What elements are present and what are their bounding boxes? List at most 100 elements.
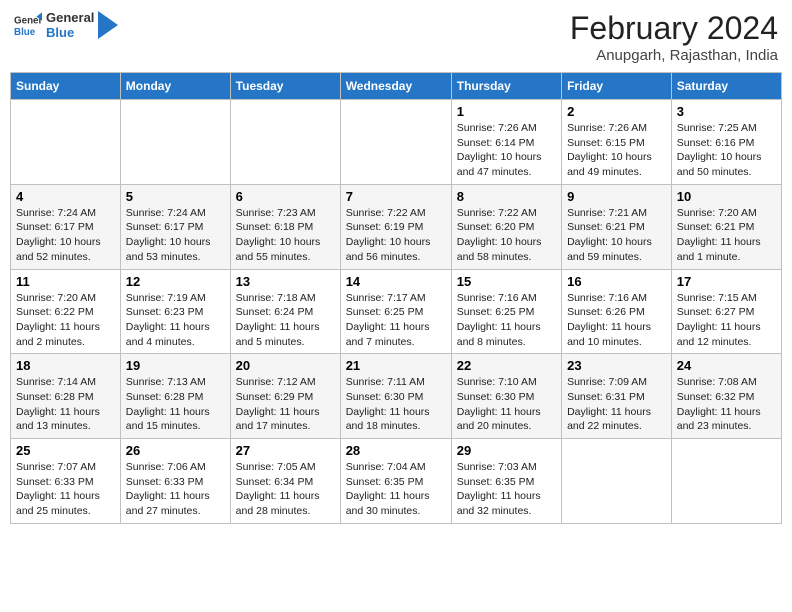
day-info: Sunrise: 7:24 AMSunset: 6:17 PMDaylight:… <box>126 206 225 265</box>
day-number: 5 <box>126 189 225 204</box>
day-info: Sunrise: 7:10 AMSunset: 6:30 PMDaylight:… <box>457 375 556 434</box>
day-number: 12 <box>126 274 225 289</box>
day-info: Sunrise: 7:17 AMSunset: 6:25 PMDaylight:… <box>346 291 446 350</box>
day-cell: 28 Sunrise: 7:04 AMSunset: 6:35 PMDayligh… <box>340 439 451 524</box>
day-number: 15 <box>457 274 556 289</box>
day-info: Sunrise: 7:22 AMSunset: 6:19 PMDaylight:… <box>346 206 446 265</box>
day-info: Sunrise: 7:21 AMSunset: 6:21 PMDaylight:… <box>567 206 666 265</box>
day-number: 7 <box>346 189 446 204</box>
day-info: Sunrise: 7:03 AMSunset: 6:35 PMDaylight:… <box>457 460 556 519</box>
day-info: Sunrise: 7:25 AMSunset: 6:16 PMDaylight:… <box>677 121 776 180</box>
day-cell: 23 Sunrise: 7:09 AMSunset: 6:31 PMDayligh… <box>562 354 672 439</box>
day-number: 17 <box>677 274 776 289</box>
day-cell <box>120 100 230 185</box>
day-cell: 19Sunrise: 7:13 AMSunset: 6:28 PMDayligh… <box>120 354 230 439</box>
day-info: Sunrise: 7:18 AMSunset: 6:24 PMDaylight:… <box>236 291 335 350</box>
weekday-header-wednesday: Wednesday <box>340 73 451 100</box>
day-cell: 26 Sunrise: 7:06 AMSunset: 6:33 PMDayligh… <box>120 439 230 524</box>
day-info: Sunrise: 7:15 AMSunset: 6:27 PMDaylight:… <box>677 291 776 350</box>
weekday-header-saturday: Saturday <box>671 73 781 100</box>
day-info: Sunrise: 7:24 AMSunset: 6:17 PMDaylight:… <box>16 206 115 265</box>
week-row-1: 1 Sunrise: 7:26 AMSunset: 6:14 PMDaylight… <box>11 100 782 185</box>
day-cell: 16 Sunrise: 7:16 AMSunset: 6:26 PMDayligh… <box>562 269 672 354</box>
week-row-2: 4 Sunrise: 7:24 AMSunset: 6:17 PMDaylight… <box>11 184 782 269</box>
day-cell: 29 Sunrise: 7:03 AMSunset: 6:35 PMDayligh… <box>451 439 561 524</box>
day-cell: 22 Sunrise: 7:10 AMSunset: 6:30 PMDayligh… <box>451 354 561 439</box>
day-info: Sunrise: 7:26 AMSunset: 6:14 PMDaylight:… <box>457 121 556 180</box>
day-cell: 2Sunrise: 7:26 AMSunset: 6:15 PMDaylight… <box>562 100 672 185</box>
day-number: 14 <box>346 274 446 289</box>
weekday-header-tuesday: Tuesday <box>230 73 340 100</box>
day-number: 18 <box>16 358 115 373</box>
weekday-header-sunday: Sunday <box>11 73 121 100</box>
day-number: 11 <box>16 274 115 289</box>
day-number: 22 <box>457 358 556 373</box>
day-number: 25 <box>16 443 115 458</box>
day-info: Sunrise: 7:09 AMSunset: 6:31 PMDaylight:… <box>567 375 666 434</box>
logo-arrow-icon <box>98 11 118 39</box>
day-info: Sunrise: 7:16 AMSunset: 6:26 PMDaylight:… <box>567 291 666 350</box>
day-info: Sunrise: 7:11 AMSunset: 6:30 PMDaylight:… <box>346 375 446 434</box>
day-number: 26 <box>126 443 225 458</box>
day-info: Sunrise: 7:20 AMSunset: 6:22 PMDaylight:… <box>16 291 115 350</box>
day-info: Sunrise: 7:26 AMSunset: 6:15 PMDaylight:… <box>567 121 666 180</box>
day-cell: 20 Sunrise: 7:12 AMSunset: 6:29 PMDayligh… <box>230 354 340 439</box>
day-info: Sunrise: 7:23 AMSunset: 6:18 PMDaylight:… <box>236 206 335 265</box>
day-number: 27 <box>236 443 335 458</box>
day-number: 4 <box>16 189 115 204</box>
day-cell: 14 Sunrise: 7:17 AMSunset: 6:25 PMDayligh… <box>340 269 451 354</box>
day-cell: 12 Sunrise: 7:19 AMSunset: 6:23 PMDayligh… <box>120 269 230 354</box>
day-number: 8 <box>457 189 556 204</box>
day-info: Sunrise: 7:05 AMSunset: 6:34 PMDaylight:… <box>236 460 335 519</box>
calendar-table: SundayMondayTuesdayWednesdayThursdayFrid… <box>10 72 782 524</box>
day-cell: 4 Sunrise: 7:24 AMSunset: 6:17 PMDaylight… <box>11 184 121 269</box>
day-cell: 18Sunrise: 7:14 AMSunset: 6:28 PMDayligh… <box>11 354 121 439</box>
title-block: February 2024 Anupgarh, Rajasthan, India <box>570 10 778 64</box>
day-number: 23 <box>567 358 666 373</box>
day-number: 21 <box>346 358 446 373</box>
day-number: 6 <box>236 189 335 204</box>
day-cell: 13 Sunrise: 7:18 AMSunset: 6:24 PMDayligh… <box>230 269 340 354</box>
month-title: February 2024 <box>570 10 778 47</box>
day-cell: 15 Sunrise: 7:16 AMSunset: 6:25 PMDayligh… <box>451 269 561 354</box>
day-cell <box>671 439 781 524</box>
weekday-header-row: SundayMondayTuesdayWednesdayThursdayFrid… <box>11 73 782 100</box>
day-info: Sunrise: 7:22 AMSunset: 6:20 PMDaylight:… <box>457 206 556 265</box>
day-cell: 6 Sunrise: 7:23 AMSunset: 6:18 PMDaylight… <box>230 184 340 269</box>
week-row-5: 25Sunrise: 7:07 AMSunset: 6:33 PMDayligh… <box>11 439 782 524</box>
week-row-4: 18Sunrise: 7:14 AMSunset: 6:28 PMDayligh… <box>11 354 782 439</box>
day-number: 29 <box>457 443 556 458</box>
logo-icon: General Blue <box>14 11 42 39</box>
day-cell: 24 Sunrise: 7:08 AMSunset: 6:32 PMDayligh… <box>671 354 781 439</box>
day-number: 24 <box>677 358 776 373</box>
day-number: 9 <box>567 189 666 204</box>
day-number: 20 <box>236 358 335 373</box>
day-number: 13 <box>236 274 335 289</box>
page-header: General Blue General Blue February 2024 … <box>10 10 782 64</box>
day-info: Sunrise: 7:06 AMSunset: 6:33 PMDaylight:… <box>126 460 225 519</box>
day-info: Sunrise: 7:08 AMSunset: 6:32 PMDaylight:… <box>677 375 776 434</box>
day-number: 16 <box>567 274 666 289</box>
svg-text:Blue: Blue <box>14 27 36 38</box>
day-info: Sunrise: 7:19 AMSunset: 6:23 PMDaylight:… <box>126 291 225 350</box>
day-cell: 10Sunrise: 7:20 AMSunset: 6:21 PMDayligh… <box>671 184 781 269</box>
day-cell <box>11 100 121 185</box>
day-info: Sunrise: 7:16 AMSunset: 6:25 PMDaylight:… <box>457 291 556 350</box>
weekday-header-friday: Friday <box>562 73 672 100</box>
day-cell: 5 Sunrise: 7:24 AMSunset: 6:17 PMDaylight… <box>120 184 230 269</box>
day-cell: 8 Sunrise: 7:22 AMSunset: 6:20 PMDaylight… <box>451 184 561 269</box>
day-cell: 7 Sunrise: 7:22 AMSunset: 6:19 PMDaylight… <box>340 184 451 269</box>
day-info: Sunrise: 7:12 AMSunset: 6:29 PMDaylight:… <box>236 375 335 434</box>
day-cell: 25Sunrise: 7:07 AMSunset: 6:33 PMDayligh… <box>11 439 121 524</box>
day-cell <box>562 439 672 524</box>
day-cell: 21 Sunrise: 7:11 AMSunset: 6:30 PMDayligh… <box>340 354 451 439</box>
location: Anupgarh, Rajasthan, India <box>570 47 778 64</box>
day-cell <box>230 100 340 185</box>
day-number: 1 <box>457 104 556 119</box>
day-number: 28 <box>346 443 446 458</box>
week-row-3: 11 Sunrise: 7:20 AMSunset: 6:22 PMDayligh… <box>11 269 782 354</box>
day-info: Sunrise: 7:20 AMSunset: 6:21 PMDaylight:… <box>677 206 776 265</box>
day-number: 19 <box>126 358 225 373</box>
day-info: Sunrise: 7:04 AMSunset: 6:35 PMDaylight:… <box>346 460 446 519</box>
day-number: 3 <box>677 104 776 119</box>
